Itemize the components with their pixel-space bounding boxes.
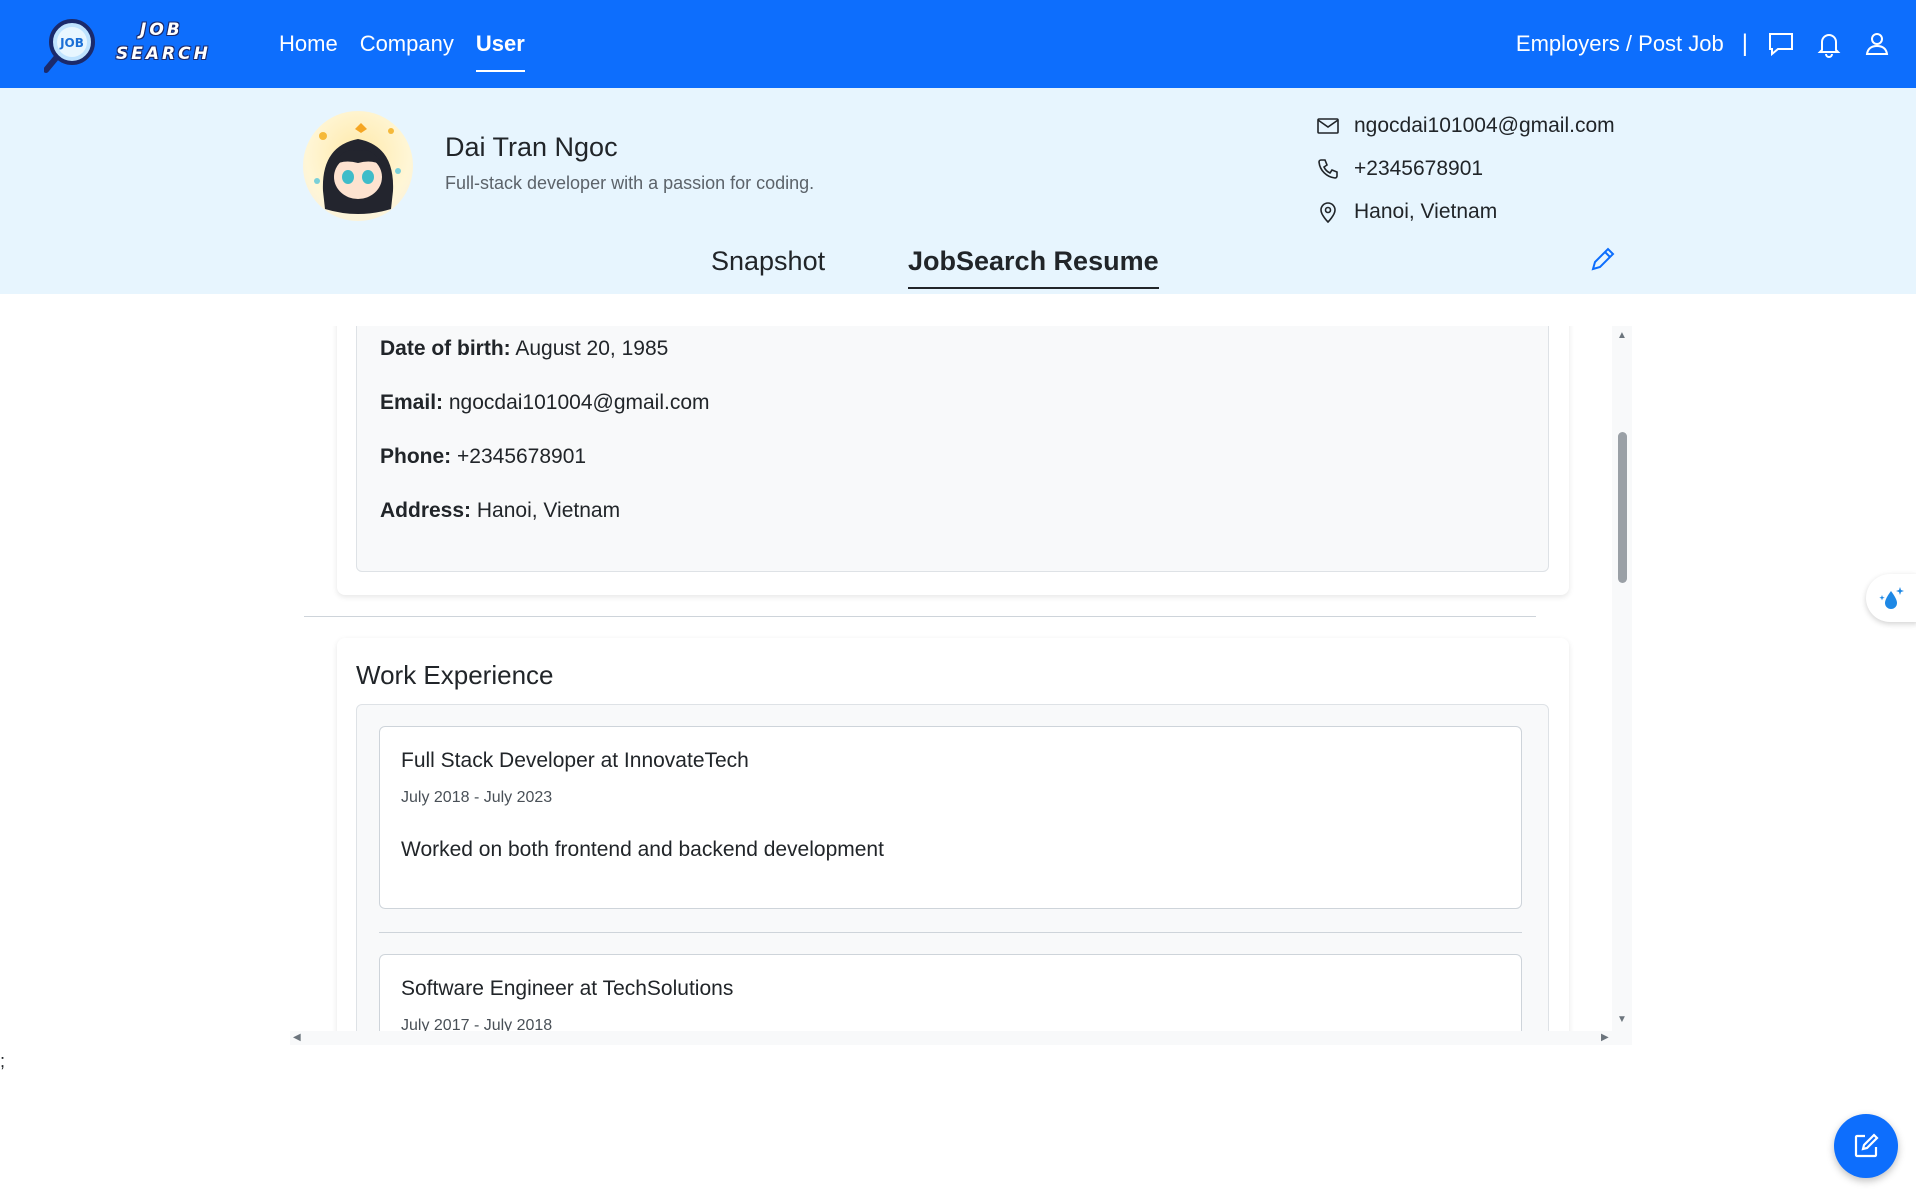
phone-label: Phone: [380, 445, 452, 468]
job-item[interactable]: Full Stack Developer at InnovateTech Jul… [379, 726, 1522, 909]
profile-tagline: Full-stack developer with a passion for … [445, 173, 815, 193]
nav-separator: | [1741, 30, 1748, 57]
email-label: Email: [380, 391, 444, 414]
logo-badge-text: JOB [59, 36, 84, 50]
logo-word-bottom: SEARCH [116, 44, 211, 64]
edit-profile-pencil-icon[interactable] [1588, 244, 1618, 274]
address-line: Address: Hanoi, Vietnam [380, 499, 620, 523]
dob-value: August 20, 1985 [515, 337, 669, 360]
contact-location-text: Hanoi, Vietnam [1354, 200, 1498, 223]
contact-location: Hanoi, Vietnam [1316, 200, 1497, 224]
personal-info-box: Date of birth: August 20, 1985 Email: ng… [356, 326, 1549, 572]
tab-snapshot[interactable]: Snapshot [711, 246, 825, 287]
job-dates: July 2017 - July 2018 [401, 1017, 553, 1031]
nav-actions: Employers / Post Job | [1516, 0, 1892, 88]
dob-label: Date of birth: [380, 337, 511, 360]
envelope-icon [1317, 118, 1339, 134]
job-dates: July 2018 - July 2023 [401, 789, 553, 806]
scroll-left-arrow-icon[interactable]: ◀ [293, 1032, 301, 1043]
water-drop-sparkle-icon [1879, 587, 1904, 609]
job-title: Software Engineer at TechSolutions [401, 977, 734, 1000]
nav-link-company[interactable]: Company [360, 0, 454, 88]
work-experience-box: Full Stack Developer at InnovateTech Jul… [356, 704, 1549, 1031]
tab-jobsearch-resume[interactable]: JobSearch Resume [908, 246, 1159, 289]
email-value: ngocdai101004@gmail.com [448, 391, 710, 414]
profile-tabs: Snapshot JobSearch Resume [0, 238, 1916, 294]
location-pin-icon [1320, 202, 1336, 224]
scroll-down-arrow-icon[interactable]: ▼ [1617, 1014, 1627, 1025]
employers-post-job-link[interactable]: Employers / Post Job [1516, 31, 1724, 57]
logo-word-top: JOB [140, 20, 183, 40]
contact-phone: +2345678901 [1316, 157, 1483, 181]
phone-icon [1318, 159, 1338, 179]
resume-scroll-area[interactable]: Date of birth: August 20, 1985 Email: ng… [298, 326, 1632, 1031]
main-nav: Home Company User [279, 0, 525, 88]
bell-icon[interactable] [1814, 29, 1844, 59]
scroll-up-arrow-icon[interactable]: ▲ [1617, 330, 1627, 341]
work-experience-card: Work Experience Full Stack Developer at … [337, 638, 1569, 1031]
job-title: Full Stack Developer at InnovateTech [401, 749, 749, 772]
edit-square-icon [1854, 1133, 1879, 1158]
personal-info-card: Date of birth: August 20, 1985 Email: ng… [337, 326, 1569, 595]
avatar [303, 111, 413, 221]
top-navbar: JOB JOB SEARCH Home Company User Employe… [0, 0, 1916, 88]
magnifier-logo-icon: JOB [44, 19, 95, 73]
user-icon[interactable] [1862, 29, 1892, 59]
dob-line: Date of birth: August 20, 1985 [380, 337, 668, 361]
phone-value: +2345678901 [457, 445, 587, 468]
floating-edit-button[interactable] [1834, 1114, 1898, 1178]
nav-link-user[interactable]: User [475, 0, 525, 88]
stray-text: ; [0, 1051, 6, 1071]
section-divider [304, 616, 1536, 617]
scroll-right-arrow-icon[interactable]: ▶ [1601, 1032, 1609, 1043]
contact-email-text: ngocdai101004@gmail.com [1354, 114, 1615, 137]
address-value: Hanoi, Vietnam [476, 499, 621, 522]
phone-line: Phone: +2345678901 [380, 445, 586, 469]
address-label: Address: [380, 499, 472, 522]
email-line: Email: ngocdai101004@gmail.com [380, 391, 710, 415]
job-divider [379, 932, 1522, 933]
vertical-scroll-thumb[interactable] [1618, 432, 1627, 583]
side-assistant-tab[interactable] [1866, 574, 1916, 622]
horizontal-scrollbar[interactable]: ◀ ▶ [290, 1031, 1632, 1045]
work-experience-title: Work Experience [356, 660, 554, 690]
chat-icon[interactable] [1766, 29, 1796, 59]
vertical-scrollbar[interactable]: ▲ ▼ [1612, 326, 1632, 1031]
nav-link-home[interactable]: Home [279, 0, 338, 88]
contact-phone-text: +2345678901 [1354, 157, 1484, 180]
job-item[interactable]: Software Engineer at TechSolutions July … [379, 954, 1522, 1031]
profile-name: Dai Tran Ngoc [445, 132, 618, 162]
contact-email: ngocdai101004@gmail.com [1316, 114, 1615, 138]
job-description: Worked on both frontend and backend deve… [401, 838, 884, 861]
brand-logo[interactable]: JOB JOB SEARCH [44, 14, 220, 74]
